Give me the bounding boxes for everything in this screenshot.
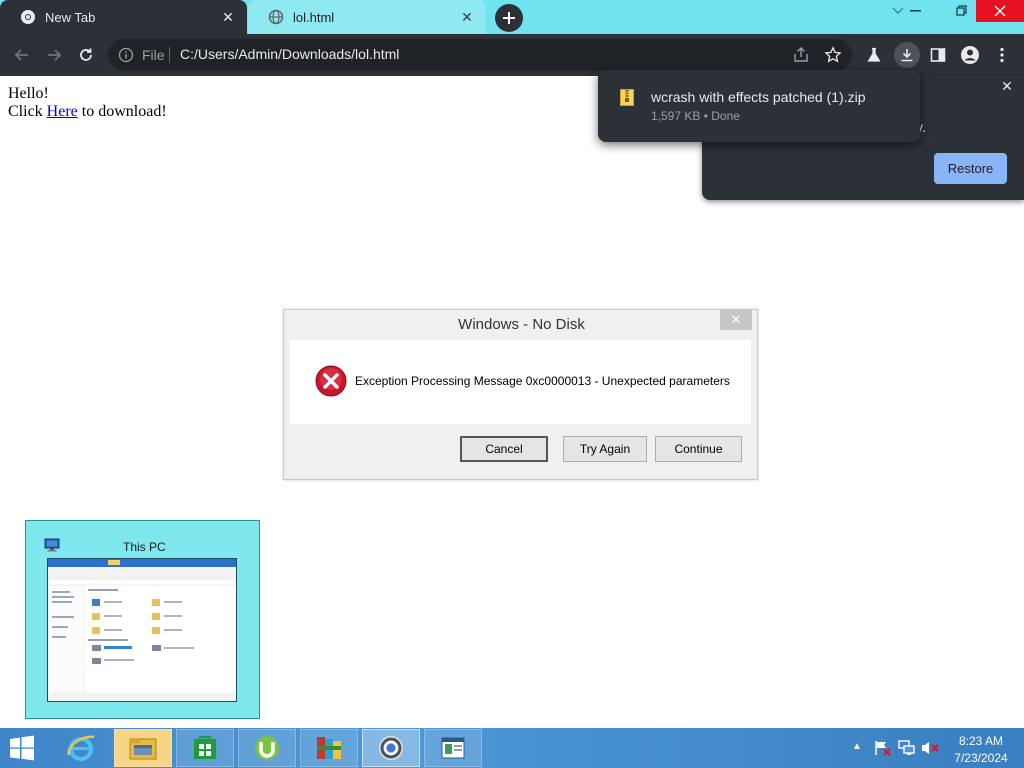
share-icon[interactable] bbox=[792, 46, 810, 69]
download-status: 1,597 KB • Done bbox=[651, 109, 740, 123]
download-line: Click Here to download! bbox=[8, 103, 167, 121]
page-text: Hello! Click Here to download! bbox=[8, 85, 167, 121]
plus-icon bbox=[503, 12, 515, 24]
tab-new-tab[interactable]: New Tab ✕ bbox=[0, 0, 247, 34]
reload-button[interactable] bbox=[73, 42, 99, 68]
windows-logo-icon bbox=[10, 735, 34, 761]
network-icon[interactable] bbox=[898, 740, 916, 761]
dialog-close-button[interactable]: ✕ bbox=[720, 310, 752, 330]
downloads-button[interactable] bbox=[894, 42, 920, 68]
error-icon bbox=[315, 365, 347, 402]
thumbnail-title: This PC bbox=[123, 540, 166, 554]
tab-lol-html[interactable]: lol.html ✕ bbox=[248, 0, 486, 34]
taskbar-windows-store[interactable] bbox=[176, 729, 234, 767]
explorer-preview-image bbox=[48, 559, 236, 701]
profile-icon[interactable] bbox=[958, 43, 982, 67]
download-bubble: wcrash with effects patched (1).zip 1,59… bbox=[598, 70, 920, 142]
minimize-icon bbox=[910, 10, 921, 12]
taskbar-chrome[interactable] bbox=[362, 729, 420, 767]
this-pc-icon bbox=[44, 538, 60, 557]
continue-button[interactable]: Continue bbox=[655, 436, 742, 462]
taskbar-internet-explorer[interactable] bbox=[52, 729, 110, 767]
close-icon bbox=[994, 5, 1006, 17]
taskbar-winrar[interactable] bbox=[300, 729, 358, 767]
taskbar-utorrent[interactable] bbox=[238, 729, 296, 767]
tab-close-icon[interactable]: ✕ bbox=[219, 8, 237, 26]
folder-icon bbox=[129, 738, 157, 760]
taskbar-thumbnail[interactable]: This PC bbox=[25, 520, 260, 719]
store-icon bbox=[194, 736, 216, 759]
tab-close-icon[interactable]: ✕ bbox=[458, 8, 476, 26]
side-panel-icon[interactable] bbox=[926, 43, 950, 67]
winrar-icon bbox=[317, 737, 341, 759]
taskbar-file-explorer[interactable] bbox=[114, 729, 172, 767]
bookmark-star-icon[interactable] bbox=[824, 46, 842, 69]
globe-icon bbox=[268, 9, 284, 25]
reader-icon bbox=[441, 737, 465, 759]
close-window-button[interactable] bbox=[976, 0, 1024, 22]
tray-chevron-up-icon[interactable]: ▲ bbox=[852, 741, 862, 752]
dialog-body: Exception Processing Message 0xc0000013 … bbox=[290, 340, 751, 424]
utorrent-icon bbox=[255, 736, 279, 760]
thumbnail-preview bbox=[47, 558, 237, 702]
chrome-icon bbox=[20, 9, 36, 25]
forward-button[interactable] bbox=[41, 42, 67, 68]
dialog-title: Windows - No Disk bbox=[458, 316, 585, 333]
clock-date[interactable]: 7/23/2024 bbox=[952, 751, 1010, 765]
download-link[interactable]: Here bbox=[47, 103, 78, 120]
clock-time[interactable]: 8:23 AM bbox=[956, 734, 1006, 748]
action-center-flag-icon[interactable] bbox=[874, 740, 892, 761]
close-icon[interactable]: ✕ bbox=[999, 78, 1015, 94]
volume-muted-icon[interactable] bbox=[921, 740, 939, 761]
download-icon bbox=[901, 49, 913, 62]
kebab-menu-icon[interactable] bbox=[990, 43, 1014, 67]
arrow-left-icon bbox=[14, 49, 28, 61]
hello-line: Hello! bbox=[8, 85, 49, 102]
restore-window-icon bbox=[956, 5, 967, 16]
download-line-prefix: Click bbox=[8, 103, 47, 120]
reload-icon bbox=[80, 48, 92, 61]
try-again-button[interactable]: Try Again bbox=[563, 436, 647, 462]
start-button[interactable] bbox=[8, 735, 38, 761]
chrome-icon bbox=[379, 736, 403, 760]
minimize-button[interactable] bbox=[896, 0, 936, 22]
tab-strip: New Tab ✕ lol.html ✕ bbox=[0, 0, 1024, 34]
tab-title: New Tab bbox=[45, 9, 96, 25]
omnibox-separator bbox=[169, 47, 170, 63]
download-line-suffix: to download! bbox=[77, 103, 167, 120]
arrow-right-icon bbox=[48, 49, 62, 61]
chrome-labs-icon[interactable] bbox=[862, 43, 886, 67]
cancel-button[interactable]: Cancel bbox=[460, 436, 548, 462]
download-filename[interactable]: wcrash with effects patched (1).zip bbox=[651, 89, 866, 105]
back-button[interactable] bbox=[9, 42, 35, 68]
address-bar[interactable]: File C:/Users/Admin/Downloads/lol.html bbox=[108, 39, 852, 71]
new-tab-button[interactable] bbox=[495, 4, 523, 32]
taskbar-reader[interactable] bbox=[424, 729, 482, 767]
windows-taskbar: ▲ 8:23 AM 7/23/2024 bbox=[0, 728, 1024, 768]
error-dialog: Windows - No Disk ✕ Exception Processing… bbox=[283, 309, 758, 480]
internet-explorer-icon bbox=[67, 735, 95, 761]
dialog-message: Exception Processing Message 0xc0000013 … bbox=[355, 374, 730, 388]
url-text[interactable]: C:/Users/Admin/Downloads/lol.html bbox=[180, 46, 399, 62]
scheme-label: File bbox=[142, 47, 165, 63]
restore-button[interactable]: Restore bbox=[934, 153, 1007, 184]
zip-file-icon bbox=[620, 89, 634, 111]
tab-title: lol.html bbox=[293, 9, 335, 25]
info-icon[interactable] bbox=[118, 47, 134, 68]
